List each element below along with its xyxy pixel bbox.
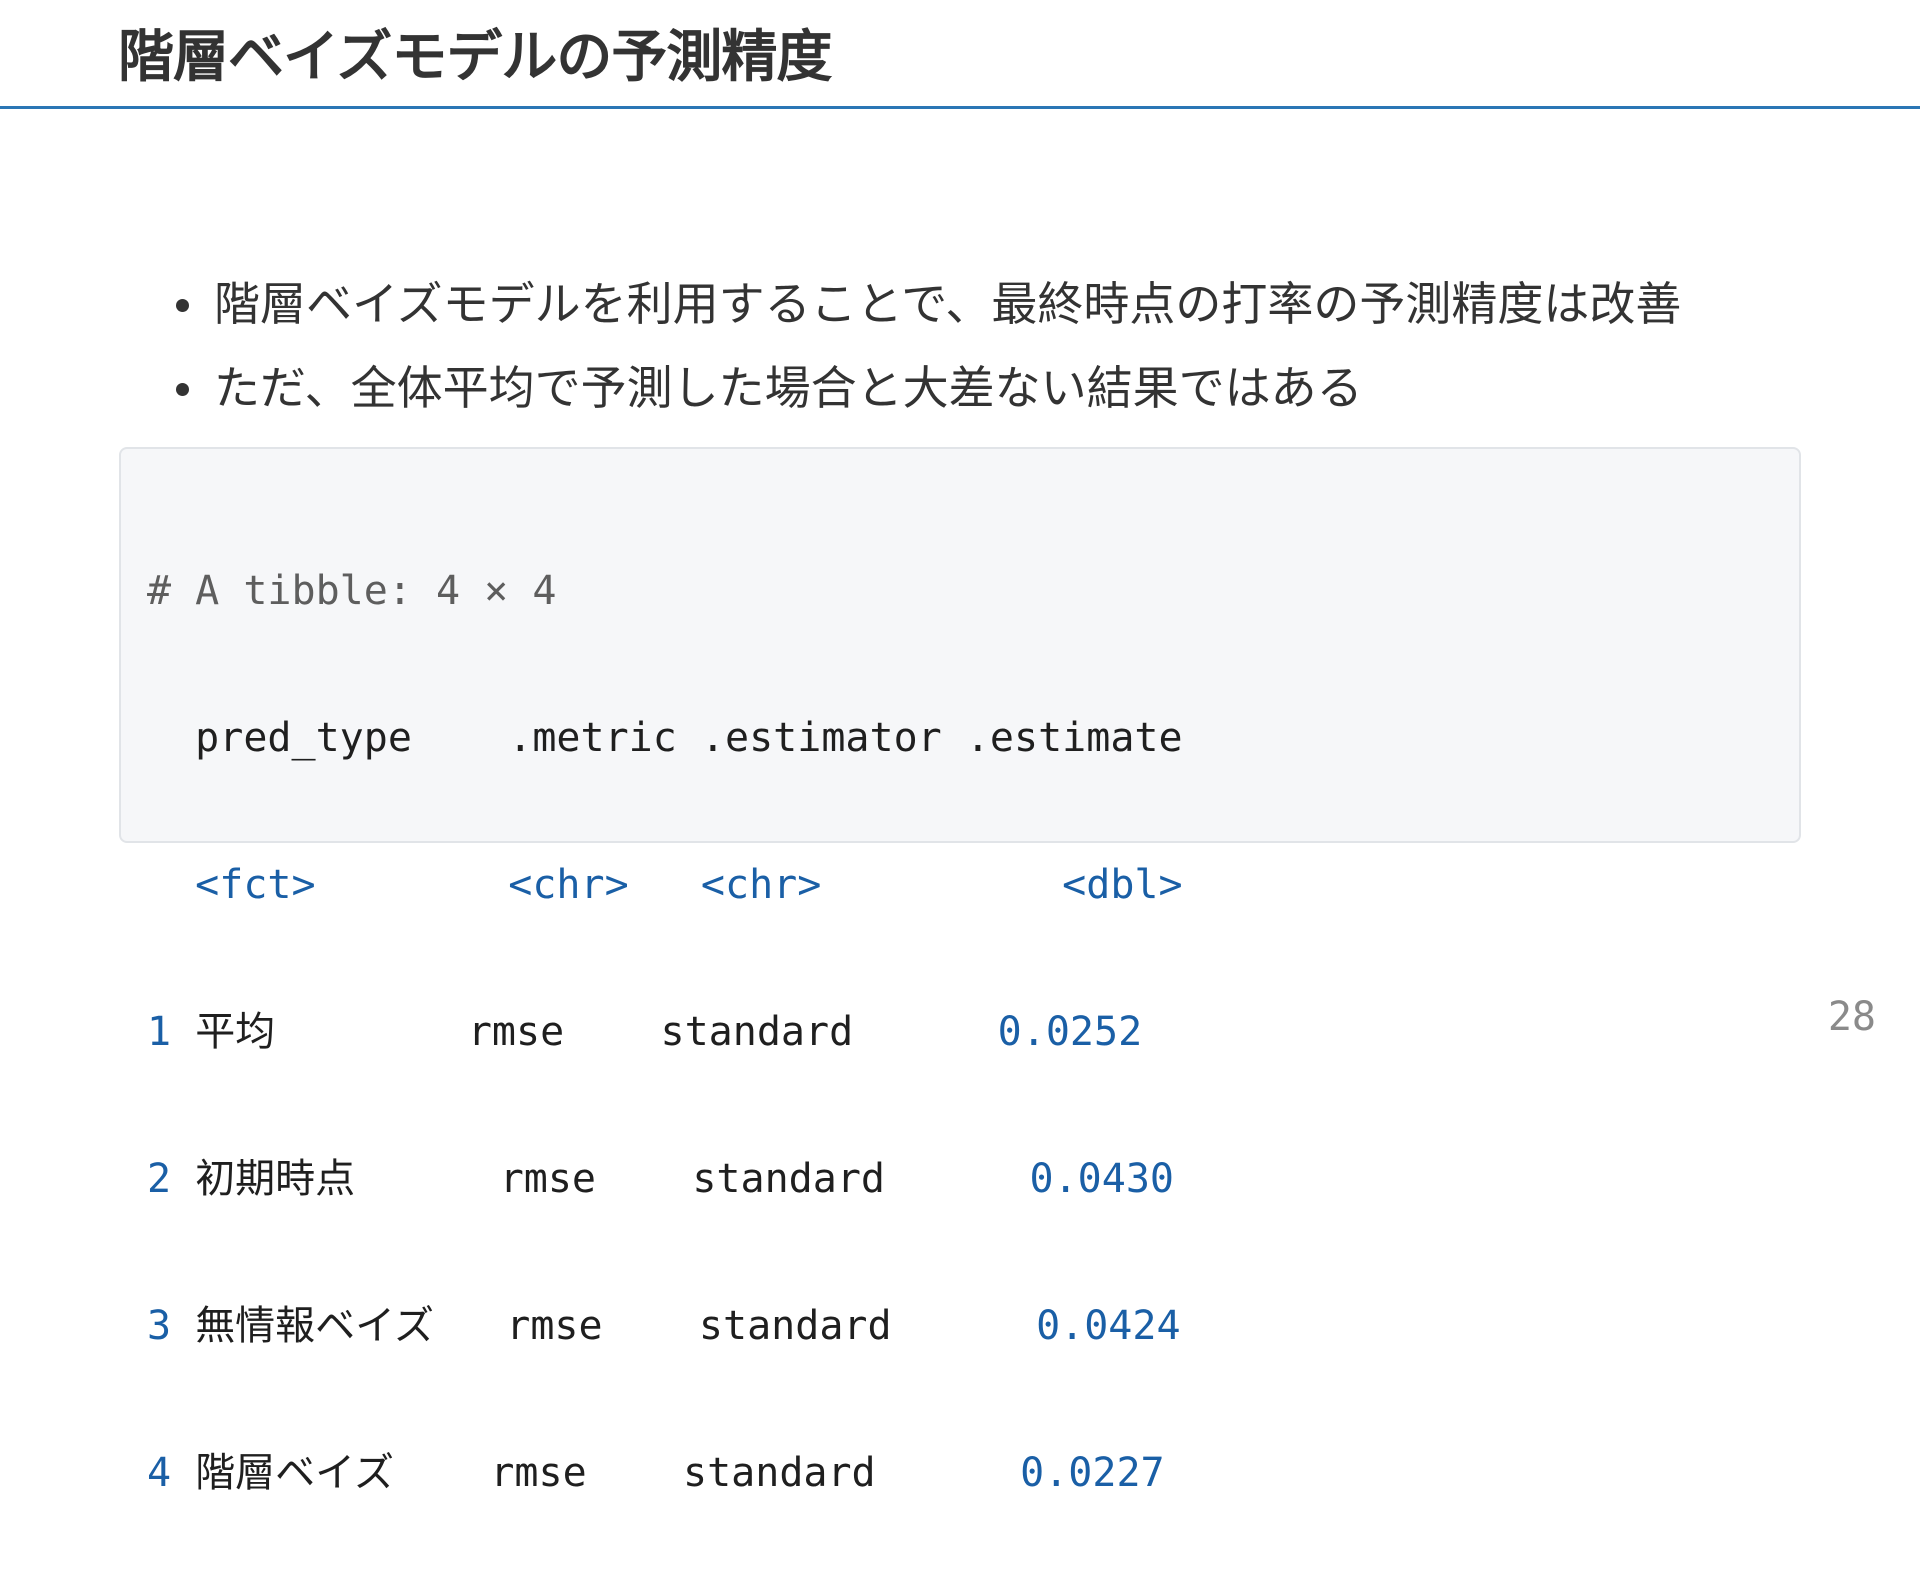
row-metric: rmse xyxy=(467,1009,565,1055)
row-metric: rmse xyxy=(499,1156,597,1202)
row-pred-type: 無情報ベイズ xyxy=(195,1303,434,1349)
bullet-dot-icon xyxy=(176,383,189,396)
header-estimate: .estimate xyxy=(965,715,1183,761)
row-pred-type: 平均 xyxy=(195,1009,276,1055)
row-estimator: standard xyxy=(660,1009,854,1055)
slide-title: 階層ベイズモデルの予測精度 xyxy=(118,25,832,90)
row-estimate: 0.0424 xyxy=(1036,1303,1181,1349)
row-number: 1 xyxy=(147,1009,172,1055)
type-estimator: <chr> xyxy=(700,862,822,908)
row-number: 4 xyxy=(147,1450,172,1496)
row-estimate: 0.0227 xyxy=(1020,1450,1165,1496)
row-metric: rmse xyxy=(490,1450,587,1496)
row-estimator: standard xyxy=(682,1450,876,1496)
header-metric: .metric xyxy=(508,715,677,761)
code-output-lines: # A tibble: 4 × 4 pred_type .metric .est… xyxy=(147,469,1183,1596)
row-pred-type: 階層ベイズ xyxy=(195,1450,394,1496)
bullet-item: ただ、全体平均で予測した場合と大差ない結果ではある xyxy=(170,346,1681,430)
type-estimate: <dbl> xyxy=(1062,862,1183,908)
row-estimate: 0.0430 xyxy=(1029,1156,1175,1202)
table-row: 2 初期時点 rmse standard 0.0430 xyxy=(147,1155,1183,1204)
bullet-text: ただ、全体平均で予測した場合と大差ない結果ではある xyxy=(214,361,1363,415)
title-divider xyxy=(0,106,1920,109)
code-type-row: <fct> <chr> <chr> <dbl> xyxy=(147,861,1183,910)
header-pred-type: pred_type xyxy=(195,715,412,761)
bullet-list: 階層ベイズモデルを利用することで、最終時点の打率の予測精度は改善 ただ、全体平均… xyxy=(170,262,1681,430)
bullet-dot-icon xyxy=(176,299,189,312)
code-header-row: pred_type .metric .estimator .estimate xyxy=(147,714,1183,763)
row-estimator: standard xyxy=(692,1156,885,1202)
row-estimate: 0.0252 xyxy=(997,1009,1143,1055)
row-estimator: standard xyxy=(698,1303,892,1349)
code-output-block: # A tibble: 4 × 4 pred_type .metric .est… xyxy=(119,447,1801,1496)
bullet-item: 階層ベイズモデルを利用することで、最終時点の打率の予測精度は改善 xyxy=(170,262,1681,346)
header-estimator: .estimator xyxy=(700,715,942,761)
table-row: 1 平均 rmse standard 0.0252 xyxy=(147,1008,1183,1057)
table-row: 3 無情報ベイズ rmse standard 0.0424 xyxy=(147,1302,1183,1351)
row-number: 3 xyxy=(147,1303,172,1349)
page-number: 28 xyxy=(1827,994,1876,1040)
row-metric: rmse xyxy=(506,1303,603,1349)
row-number: 2 xyxy=(147,1156,172,1202)
type-pred-type: <fct> xyxy=(195,862,316,908)
type-metric: <chr> xyxy=(508,862,629,908)
row-pred-type: 初期時点 xyxy=(195,1156,356,1202)
bullet-text: 階層ベイズモデルを利用することで、最終時点の打率の予測精度は改善 xyxy=(214,277,1682,331)
table-row: 4 階層ベイズ rmse standard 0.0227 xyxy=(147,1449,1183,1498)
code-comment: # A tibble: 4 × 4 xyxy=(147,568,557,614)
